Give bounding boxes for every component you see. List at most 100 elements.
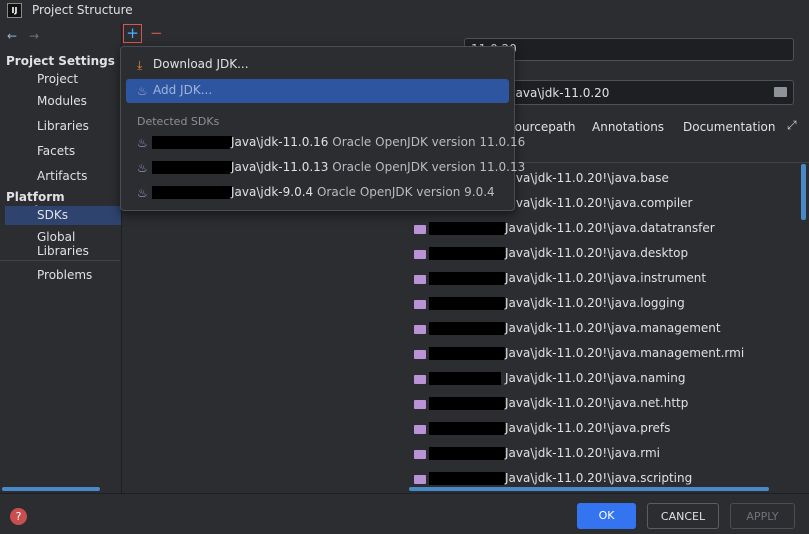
sidebar-scrollbar[interactable] [2, 487, 100, 491]
jdk-cup-icon: ♨ [137, 161, 148, 175]
list-item-label: Java\jdk-11.0.20!\java.desktop [505, 246, 689, 260]
list-item[interactable]: Java\jdk-11.0.20!\java.net.http [407, 393, 802, 418]
list-item[interactable]: Java\jdk-11.0.20!\java.instrument [407, 268, 802, 293]
redacted-path [429, 322, 505, 335]
classpath-list: Java\jdk-11.0.20!\java.base Java\jdk-11.… [407, 168, 809, 486]
list-item[interactable]: Java\jdk-11.0.20!\java.management.rmi [407, 343, 802, 368]
redacted-path [429, 422, 505, 435]
tab-sourcepath[interactable]: Sourcepath [507, 120, 576, 134]
list-item[interactable]: Java\jdk-11.0.20!\java.management [407, 318, 802, 343]
sidebar-divider [0, 260, 120, 261]
jdk-cup-icon: ♨ [137, 136, 148, 150]
redacted-path [429, 247, 505, 260]
jdk-home-path: Java\jdk-11.0.20 [512, 86, 610, 100]
apply-button[interactable]: APPLY [730, 503, 795, 529]
detected-sdks-label: Detected SDKs [137, 115, 220, 128]
list-item-label: Java\jdk-11.0.20!\java.rmi [505, 446, 660, 460]
redacted-path [429, 472, 505, 485]
list-item-label: Java\jdk-11.0.20!\java.scripting [505, 471, 693, 485]
window-title: Project Structure [32, 3, 133, 17]
sidebar-item-artifacts[interactable]: Artifacts [37, 169, 87, 183]
folder-icon [414, 400, 426, 409]
list-item-label: Java\jdk-11.0.20!\java.net.http [505, 396, 689, 410]
project-settings-header: Project Settings [6, 54, 115, 68]
title-bar: IJ Project Structure [0, 0, 809, 22]
help-icon[interactable]: ? [10, 508, 27, 525]
list-item[interactable]: Java\jdk-11.0.20!\java.scripting [407, 468, 802, 486]
tab-annotations[interactable]: Annotations [592, 120, 664, 134]
classpath-horizontal-scrollbar[interactable] [409, 487, 769, 491]
list-item[interactable]: Java\jdk-11.0.20!\java.desktop [407, 243, 802, 268]
jdk-cup-icon: ♨ [137, 186, 148, 200]
folder-icon [414, 325, 426, 334]
redacted-path [152, 186, 232, 199]
sidebar-item-problems[interactable]: Problems [37, 268, 92, 282]
detected-sdk-item[interactable]: ♨ Java\jdk-11.0.16 Oracle OpenJDK versio… [126, 131, 525, 155]
classpath-vertical-scrollbar[interactable] [801, 164, 806, 220]
download-jdk-item[interactable]: ⤓ Download JDK... [126, 53, 509, 77]
list-item-label: Java\jdk-11.0.20!\java.prefs [505, 421, 671, 435]
redacted-path [152, 136, 232, 149]
sidebar-item-libraries[interactable]: Libraries [37, 119, 89, 133]
add-sdk-popup: ⤓ Download JDK... ♨ Add JDK... Detected … [120, 46, 525, 211]
add-jdk-item[interactable]: ♨ Add JDK... [126, 79, 509, 103]
list-item-label: Java\jdk-11.0.20!\java.naming [505, 371, 686, 385]
ok-button[interactable]: OK [577, 503, 636, 529]
list-item[interactable]: Java\jdk-11.0.20!\java.naming [407, 368, 802, 393]
folder-icon [414, 300, 426, 309]
cancel-button[interactable]: CANCEL [647, 503, 719, 529]
jdk-cup-icon: ♨ [137, 84, 148, 98]
redacted-path [429, 372, 501, 385]
redacted-path [429, 347, 505, 360]
redacted-path [152, 161, 232, 174]
detected-sdk-label: Java\jdk-11.0.13 Oracle OpenJDK version … [231, 160, 526, 174]
add-sdk-button[interactable]: + [123, 24, 142, 43]
list-item-label: Java\jdk-11.0.20!\java.management [505, 321, 721, 335]
back-arrow-icon[interactable]: ← [7, 29, 17, 43]
detected-sdk-label: Java\jdk-11.0.16 Oracle OpenJDK version … [231, 135, 526, 149]
folder-icon [414, 350, 426, 359]
list-item-label: Java\jdk-11.0.20!\java.base [505, 171, 669, 185]
intellij-logo-icon: IJ [7, 3, 22, 18]
list-item-label: Java\jdk-11.0.20!\java.datatransfer [505, 221, 715, 235]
redacted-path [429, 272, 505, 285]
redacted-path [429, 222, 505, 235]
folder-icon [414, 425, 426, 434]
folder-icon [414, 475, 426, 484]
detected-sdk-item[interactable]: ♨ Java\jdk-11.0.13 Oracle OpenJDK versio… [126, 156, 525, 180]
detected-sdk-label: Java\jdk-9.0.4 Oracle OpenJDK version 9.… [231, 185, 495, 199]
redacted-path [429, 397, 505, 410]
menu-item-label: Add JDK... [153, 83, 213, 97]
sidebar-item-project[interactable]: Project [37, 72, 78, 86]
folder-icon [414, 375, 426, 384]
list-item[interactable]: Java\jdk-11.0.20!\java.logging [407, 293, 802, 318]
sidebar-item-global-libraries[interactable]: Global Libraries [37, 230, 120, 258]
sidebar-item-facets[interactable]: Facets [37, 144, 75, 158]
list-item-label: Java\jdk-11.0.20!\java.compiler [505, 196, 693, 210]
list-item-label: Java\jdk-11.0.20!\java.management.rmi [505, 346, 745, 360]
redacted-path [429, 447, 505, 460]
folder-icon [414, 225, 426, 234]
forward-arrow-icon[interactable]: → [29, 29, 39, 43]
sidebar-item-sdks[interactable]: SDKs [5, 206, 122, 225]
folder-browse-icon[interactable] [774, 87, 787, 97]
detected-sdk-item[interactable]: ♨ Java\jdk-9.0.4 Oracle OpenJDK version … [126, 181, 509, 205]
tab-documentation[interactable]: Documentation [683, 120, 776, 134]
expand-icon[interactable]: ⤢ [787, 118, 797, 133]
list-item[interactable]: Java\jdk-11.0.20!\java.datatransfer [407, 218, 802, 243]
redacted-path [429, 297, 505, 310]
list-item-label: Java\jdk-11.0.20!\java.instrument [505, 271, 707, 285]
sidebar-item-modules[interactable]: Modules [37, 94, 87, 108]
folder-icon [414, 275, 426, 284]
dialog-button-bar: ? OK CANCEL APPLY [0, 493, 809, 534]
list-item[interactable]: Java\jdk-11.0.20!\java.prefs [407, 418, 802, 443]
folder-icon [414, 250, 426, 259]
list-item[interactable]: Java\jdk-11.0.20!\java.rmi [407, 443, 802, 468]
remove-sdk-button[interactable]: − [150, 24, 163, 42]
list-item-label: Java\jdk-11.0.20!\java.logging [505, 296, 685, 310]
settings-sidebar: ← → Project Settings Project Modules Lib… [0, 23, 122, 493]
sidebar-item-label: SDKs [37, 208, 68, 222]
folder-icon [414, 450, 426, 459]
menu-item-label: Download JDK... [153, 57, 249, 71]
download-icon: ⤓ [137, 58, 143, 72]
